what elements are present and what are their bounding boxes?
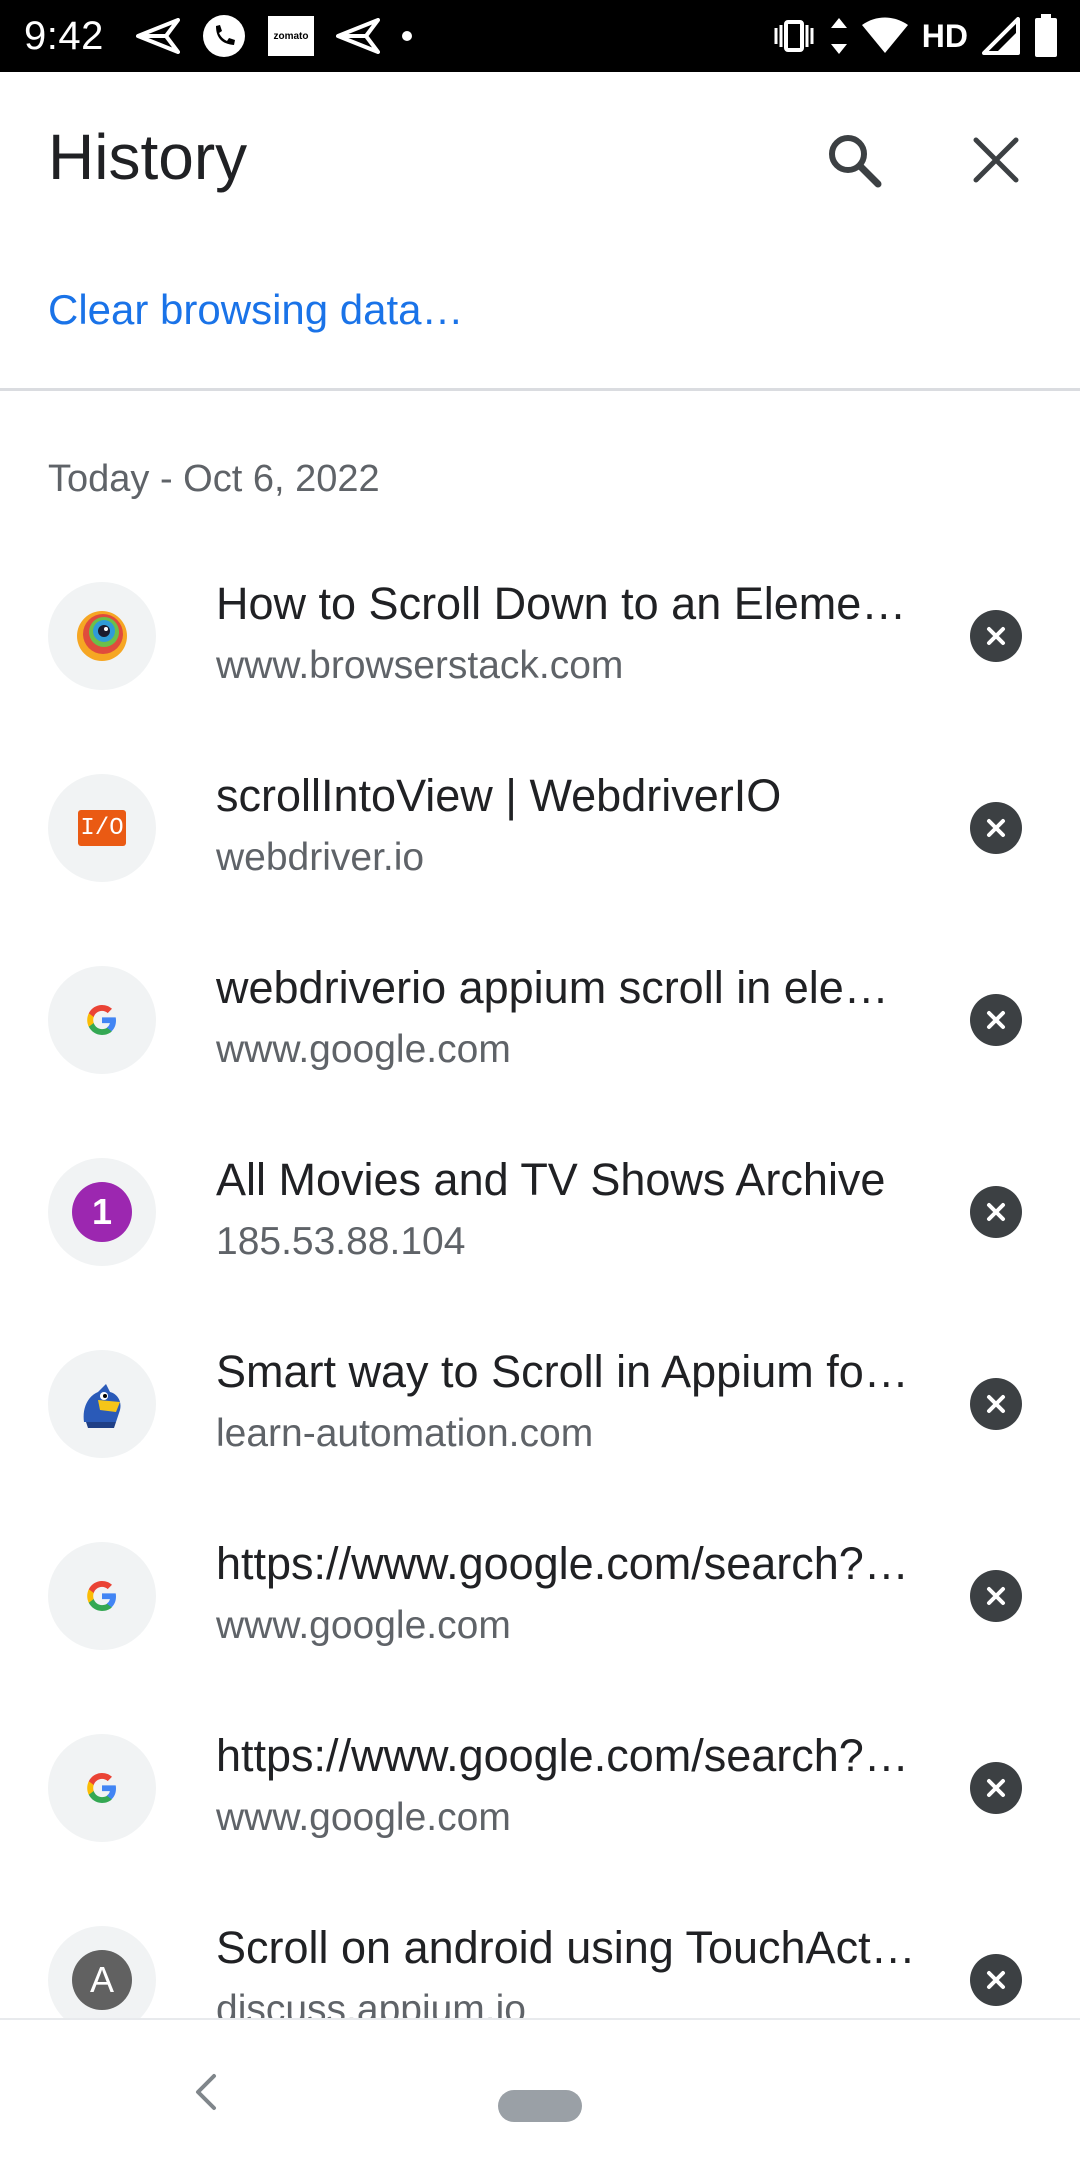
date-header: Today - Oct 6, 2022 (48, 458, 380, 500)
number-icon: 1 (72, 1182, 132, 1242)
close-icon (987, 819, 1005, 837)
close-icon (987, 1779, 1005, 1797)
favicon: 1 (48, 1158, 156, 1266)
history-item[interactable]: 1 All Movies and TV Shows Archive 185.53… (0, 1114, 1080, 1306)
remove-item-button[interactable] (970, 1186, 1022, 1238)
favicon (48, 966, 156, 1074)
history-item[interactable]: https://www.google.com/search?q=appium w… (0, 1498, 1080, 1690)
remove-item-button[interactable] (970, 610, 1022, 662)
status-time: 9:42 (24, 14, 104, 58)
send-icon (336, 18, 380, 54)
close-icon (973, 137, 1019, 183)
navigation-bar (0, 2018, 1080, 2162)
close-button[interactable] (952, 116, 1040, 204)
google-icon (87, 1581, 116, 1611)
close-icon (987, 1587, 1005, 1605)
history-item-url: www.google.com (216, 1796, 511, 1839)
close-icon (987, 1395, 1005, 1413)
history-item-url: learn-automation.com (216, 1412, 594, 1455)
phone-icon (203, 15, 245, 57)
history-item-title: Scroll on android using TouchAction (216, 1922, 916, 1973)
history-item-url: webdriver.io (216, 836, 425, 879)
history-item-title: webdriverio appium scroll in element - G… (216, 962, 916, 1013)
google-icon (87, 1005, 116, 1035)
close-icon (987, 1203, 1005, 1221)
close-icon (987, 1971, 1005, 1989)
close-icon (987, 1011, 1005, 1029)
system-icons: HD (772, 10, 1058, 62)
data-arrows-icon (830, 18, 847, 54)
history-item[interactable]: I/O scrollIntoView | WebdriverIO webdriv… (0, 730, 1080, 922)
page-title: History (48, 121, 248, 193)
wifi-icon (861, 17, 908, 53)
history-item[interactable]: Smart way to Scroll in Appium for Androi… (0, 1306, 1080, 1498)
battery-icon (1035, 14, 1057, 57)
history-item-url: www.google.com (216, 1028, 511, 1071)
google-icon (87, 1773, 116, 1803)
history-item[interactable]: A Scroll on android using TouchAction di… (0, 1882, 1080, 2018)
vibrate-icon (774, 20, 814, 52)
letter-icon: A (72, 1950, 132, 2010)
remove-item-button[interactable] (970, 1570, 1022, 1622)
history-list: How to Scroll Down to an Element in Appi… (0, 538, 1080, 2018)
zomato-icon: zomato (268, 16, 314, 56)
history-item[interactable]: How to Scroll Down to an Element in Appi… (0, 538, 1080, 730)
history-item[interactable]: https://www.google.com/search?q=webdrive… (0, 1690, 1080, 1882)
favicon (48, 1350, 156, 1458)
remove-item-button[interactable] (970, 1378, 1022, 1430)
favicon (48, 1542, 156, 1650)
home-pill-icon[interactable] (498, 2090, 582, 2122)
network-type-label: HD (921, 17, 968, 54)
favicon (48, 1734, 156, 1842)
notification-icons: zomato (136, 10, 412, 62)
history-item-title: How to Scroll Down to an Element in Appi… (216, 578, 916, 629)
history-item-title: https://www.google.com/search?q=appium (216, 1538, 916, 1589)
back-icon[interactable] (186, 2068, 226, 2116)
remove-item-button[interactable] (970, 1954, 1022, 2006)
browserstack-icon (77, 611, 127, 661)
history-item[interactable]: webdriverio appium scroll in element - G… (0, 922, 1080, 1114)
toolbar: History (0, 72, 1080, 240)
favicon: I/O (48, 774, 156, 882)
remove-item-button[interactable] (970, 1762, 1022, 1814)
divider (0, 388, 1080, 391)
close-icon (987, 627, 1005, 645)
history-item-url: discuss.appium.io (216, 1988, 526, 2018)
clear-browsing-data-link[interactable]: Clear browsing data… (48, 286, 464, 334)
favicon (48, 582, 156, 690)
favicon: A (48, 1926, 156, 2018)
learn-automation-icon (83, 1384, 121, 1428)
webdriverio-icon: I/O (78, 810, 126, 846)
status-bar: 9:42 zomato HD (0, 0, 1080, 72)
remove-item-button[interactable] (970, 802, 1022, 854)
history-item-title: scrollIntoView | WebdriverIO (216, 770, 782, 821)
send-icon (136, 18, 180, 54)
history-item-title: Smart way to Scroll in Appium for Androi… (216, 1346, 916, 1397)
history-item-url: 185.53.88.104 (216, 1220, 466, 1263)
search-icon (829, 135, 882, 188)
history-item-url: www.browserstack.com (216, 644, 624, 687)
dot-icon (402, 31, 412, 41)
search-button[interactable] (810, 116, 898, 204)
remove-item-button[interactable] (970, 994, 1022, 1046)
history-item-title: All Movies and TV Shows Archive (216, 1154, 886, 1205)
history-item-url: www.google.com (216, 1604, 511, 1647)
history-item-title: https://www.google.com/search?q=webdrive… (216, 1730, 916, 1781)
signal-icon (982, 17, 1020, 55)
